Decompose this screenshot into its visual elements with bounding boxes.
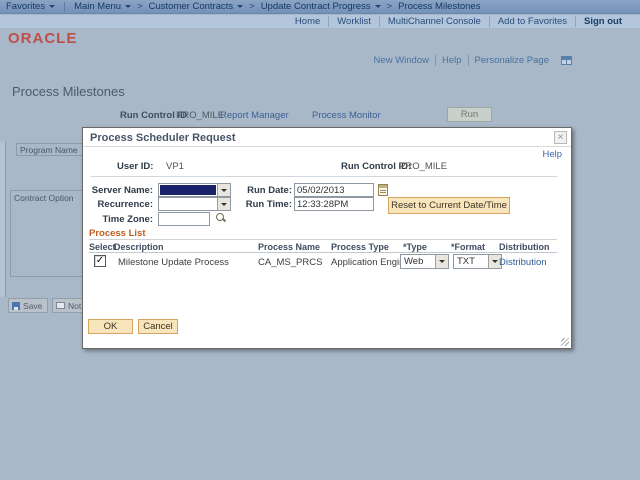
main-menu-label: Main Menu bbox=[74, 1, 122, 12]
dropdown-arrow-icon[interactable] bbox=[435, 255, 448, 268]
breadcrumb-separator: > bbox=[137, 1, 143, 12]
process-monitor-link[interactable]: Process Monitor bbox=[312, 110, 381, 121]
breadcrumb-separator: > bbox=[249, 1, 255, 12]
save-disk-icon bbox=[12, 301, 20, 310]
breadcrumb: Favorites Main Menu > Customer Contracts… bbox=[0, 0, 640, 14]
server-name-label: Server Name: bbox=[91, 185, 153, 196]
col-type: *Type bbox=[403, 242, 427, 252]
col-description: Description bbox=[114, 242, 164, 252]
run-button[interactable]: Run bbox=[447, 107, 492, 122]
process-milestones-label: Process Milestones bbox=[398, 1, 481, 12]
personalize-page-link[interactable]: Personalize Page bbox=[467, 55, 555, 66]
user-id-label: User ID: bbox=[117, 161, 154, 172]
run-control-row: Run Control ID PRO_MILE Report Manager P… bbox=[0, 110, 640, 124]
run-date-label: Run Date: bbox=[247, 185, 292, 196]
program-name-groupbox: Program Name bbox=[16, 143, 86, 156]
breadcrumb-update-contract-progress[interactable]: Update Contract Progress bbox=[261, 1, 381, 12]
dialog-help-link[interactable]: Help bbox=[542, 149, 562, 160]
favorites-menu[interactable]: Favorites bbox=[6, 1, 56, 12]
col-select: Select bbox=[89, 242, 116, 252]
contract-option-groupbox: Contract Option bbox=[10, 190, 84, 277]
page-frame-edge bbox=[0, 141, 6, 297]
format-select[interactable]: TXT bbox=[453, 254, 502, 269]
type-select[interactable]: Web bbox=[400, 254, 449, 269]
help-link[interactable]: Help bbox=[434, 55, 468, 66]
main-menu[interactable]: Main Menu bbox=[74, 1, 132, 12]
time-zone-label: Time Zone: bbox=[102, 214, 154, 225]
dialog-titlebar: Process Scheduler Request × bbox=[83, 128, 571, 147]
notify-envelope-icon bbox=[56, 302, 65, 309]
oracle-logo: ORACLE bbox=[8, 30, 78, 47]
server-name-selection-highlight bbox=[160, 185, 216, 195]
type-select-value: Web bbox=[404, 256, 424, 267]
save-button[interactable]: Save bbox=[8, 298, 48, 313]
recurrence-select[interactable] bbox=[158, 197, 231, 211]
select-checkbox[interactable]: ✓ bbox=[94, 255, 106, 267]
utility-links: New Window Help Personalize Page bbox=[368, 55, 572, 66]
reset-datetime-button[interactable]: Reset to Current Date/Time bbox=[388, 197, 510, 214]
close-icon[interactable]: × bbox=[554, 131, 567, 144]
resize-handle[interactable] bbox=[561, 338, 569, 346]
ok-button[interactable]: OK bbox=[88, 319, 133, 334]
col-distribution: Distribution bbox=[499, 242, 550, 252]
col-process-name: Process Name bbox=[258, 242, 321, 252]
run-time-input[interactable] bbox=[294, 197, 374, 211]
col-process-type: Process Type bbox=[331, 242, 389, 252]
breadcrumb-process-milestones: Process Milestones bbox=[398, 1, 480, 12]
calendar-icon[interactable] bbox=[378, 184, 388, 196]
dialog-title: Process Scheduler Request bbox=[90, 132, 236, 144]
chevron-down-icon bbox=[237, 5, 244, 11]
customer-contracts-label: Customer Contracts bbox=[148, 1, 234, 12]
divider bbox=[64, 1, 66, 12]
breadcrumb-separator: > bbox=[386, 1, 393, 12]
home-link[interactable]: Home bbox=[287, 16, 328, 27]
row-process-type: Application Engine bbox=[331, 257, 410, 268]
chevron-down-icon bbox=[125, 5, 132, 11]
run-time-label: Run Time: bbox=[245, 199, 292, 210]
time-zone-input[interactable] bbox=[158, 212, 210, 226]
process-list-section-label: Process List bbox=[89, 228, 146, 239]
report-manager-link[interactable]: Report Manager bbox=[220, 110, 289, 121]
chevron-down-icon bbox=[374, 5, 381, 11]
notify-label: Not bbox=[68, 300, 82, 311]
favorites-label: Favorites bbox=[6, 1, 46, 12]
format-select-value: TXT bbox=[457, 256, 475, 267]
recurrence-label: Recurrence: bbox=[97, 199, 153, 210]
server-name-select[interactable] bbox=[158, 183, 231, 197]
update-contract-progress-label: Update Contract Progress bbox=[260, 1, 371, 12]
lookup-magnifier-icon[interactable] bbox=[215, 212, 227, 224]
page-title: Process Milestones bbox=[12, 84, 125, 99]
process-scheduler-request-dialog: Process Scheduler Request × Help User ID… bbox=[82, 127, 572, 349]
save-label: Save bbox=[23, 300, 43, 311]
header-links: Home Worklist MultiChannel Console Add t… bbox=[0, 15, 640, 28]
breadcrumb-customer-contracts[interactable]: Customer Contracts bbox=[148, 1, 244, 12]
user-id-value: VP1 bbox=[166, 161, 184, 172]
worklist-link[interactable]: Worklist bbox=[328, 16, 379, 27]
run-date-input[interactable] bbox=[294, 183, 374, 197]
divider bbox=[91, 176, 557, 177]
chevron-down-icon bbox=[49, 5, 56, 11]
row-description: Milestone Update Process bbox=[118, 257, 229, 268]
process-list-header-row: Select Description Process Name Process … bbox=[89, 239, 557, 253]
copy-url-grid-icon[interactable] bbox=[561, 56, 572, 65]
multichannel-console-link[interactable]: MultiChannel Console bbox=[378, 16, 489, 27]
cancel-button[interactable]: Cancel bbox=[138, 319, 178, 334]
notify-button[interactable]: Not bbox=[52, 298, 84, 313]
dialog-run-control-id-value: PRO_MILE bbox=[399, 161, 448, 172]
run-control-id-value: PRO_MILE bbox=[176, 110, 225, 121]
table-row: ✓ Milestone Update Process CA_MS_PRCS Ap… bbox=[83, 253, 571, 271]
col-format: *Format bbox=[451, 242, 486, 252]
add-to-favorites-link[interactable]: Add to Favorites bbox=[488, 16, 575, 27]
sign-out-link[interactable]: Sign out bbox=[575, 16, 630, 27]
row-process-name: CA_MS_PRCS bbox=[258, 257, 323, 268]
new-window-link[interactable]: New Window bbox=[368, 55, 435, 66]
distribution-link[interactable]: Distribution bbox=[499, 257, 547, 268]
